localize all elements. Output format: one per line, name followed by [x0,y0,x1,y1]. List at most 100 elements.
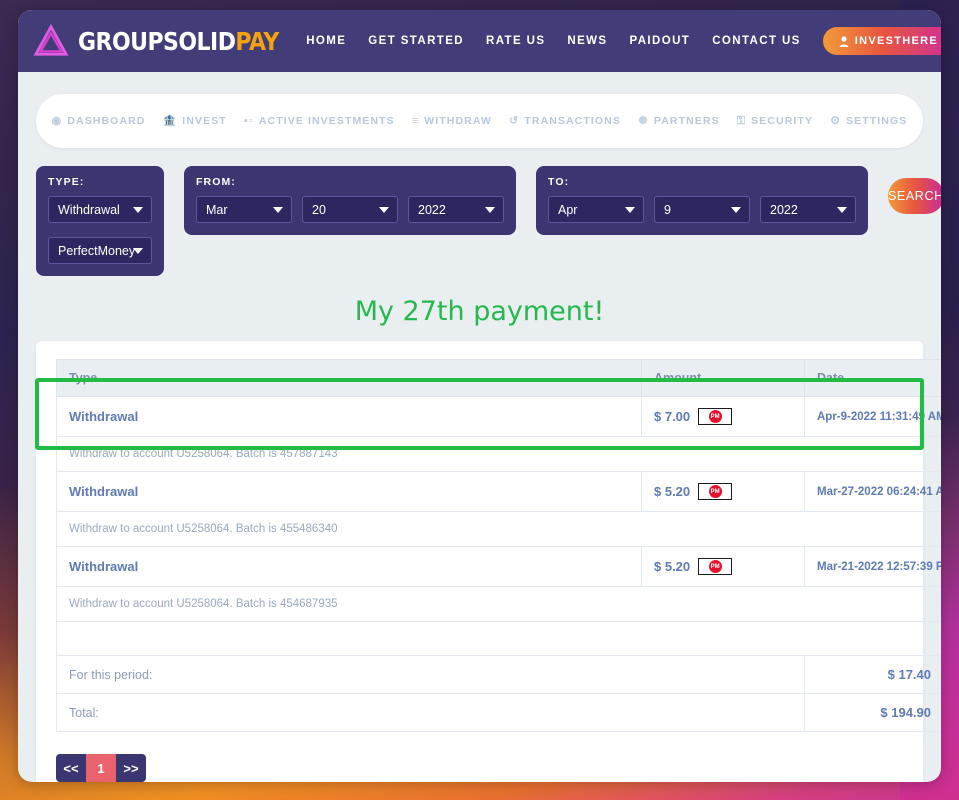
app-page: GROUPSOLIDPAY HOME GET STARTED RATE US N… [18,10,941,782]
table-row[interactable]: Withdrawal $ 5.20 PM Mar-27-2022 06:24:4… [56,471,941,512]
pagination: << 1 >> [56,754,146,782]
payment-system-select[interactable]: PerfectMoney [48,237,152,264]
penrose-triangle-icon [33,23,69,56]
subnav-item-invest[interactable]: 🏦 INVEST [163,115,227,127]
from-date-panel: FROM: Mar 20 2022 [184,166,516,235]
to-month-value: Apr [558,202,578,217]
from-month-select[interactable]: Mar [196,196,292,223]
row-date: Mar-27-2022 06:24:41 AM [804,471,941,512]
row-amount-value: $ 7.00 [654,409,691,424]
account-subnav: ◉ DASHBOARD 🏦 INVEST ▪▫ ACTIVE INVESTMEN… [36,94,923,148]
row-amount: $ 5.20 PM [641,546,805,587]
column-header-date: Date [804,359,941,397]
subnav-item-security[interactable]: ⚿ SECURITY [737,115,813,127]
to-year-value: 2022 [770,202,798,217]
from-year-value: 2022 [418,202,446,217]
row-amount: $ 7.00 PM [641,396,805,437]
column-header-type: Type [56,359,642,397]
subnav-label-dashboard: DASHBOARD [67,115,146,127]
row-date: Mar-21-2022 12:57:39 PM [804,546,941,587]
subnav-label-invest: INVEST [182,115,227,127]
chevron-down-icon [625,206,635,213]
page-title: My 27th payment! [354,296,605,327]
table-row-detail: Withdraw to account U5258064. Batch is 4… [56,586,941,622]
subnav-label-transactions: TRANSACTIONS [524,115,621,127]
from-date-selects: Mar 20 2022 [196,196,504,223]
subnav-label-security: SECURITY [751,115,814,127]
from-day-select[interactable]: 20 [302,196,398,223]
perfectmoney-icon: PM [698,558,733,575]
row-detail: Withdraw to account U5258064. Batch is 4… [56,436,941,472]
brand-name: GROUPSOLIDPAY [78,27,279,56]
bank-icon: 🏦 [162,114,178,127]
nav-item-contact-us[interactable]: CONTACT US [712,35,801,47]
nav-item-paidout[interactable]: PAIDOUT [630,35,691,47]
column-header-amount: Amount [641,359,805,397]
to-date-label: TO: [548,176,570,188]
brand-logo[interactable]: GROUPSOLIDPAY [32,23,306,59]
type-select[interactable]: Withdrawal [48,196,152,223]
table-row[interactable]: Withdrawal $ 5.20 PM Mar-21-2022 12:57:3… [56,546,941,587]
site-header: GROUPSOLIDPAY HOME GET STARTED RATE US N… [18,10,941,72]
payment-system-value: PerfectMoney [58,243,136,258]
row-date: Apr-9-2022 11:31:49 AM [804,396,941,437]
summary-row-total: Total: $ 194.90 [56,693,941,732]
gear-icon: ⚙ [830,114,842,127]
to-month-select[interactable]: Apr [548,196,644,223]
pagination-next[interactable]: >> [116,754,146,782]
nav-item-get-started[interactable]: GET STARTED [368,35,464,47]
table-header-row: Type Amount Date [56,359,941,397]
subnav-label-withdraw: WITHDRAW [424,115,492,127]
to-date-panel: TO: Apr 9 2022 [536,166,868,235]
from-month-value: Mar [206,202,228,217]
row-detail: Withdraw to account U5258064. Batch is 4… [56,511,941,547]
pagination-prev[interactable]: << [56,754,86,782]
search-button[interactable]: SEARCH [888,178,941,214]
chevron-down-icon [485,206,495,213]
subnav-label-settings: SETTINGS [846,115,908,127]
history-icon: ↺ [508,114,520,127]
to-day-select[interactable]: 9 [654,196,750,223]
perfectmoney-badge-label: PM [708,485,722,498]
transactions-card: Type Amount Date Withdrawal $ 7.00 PM Ap… [36,341,941,782]
type-filter-panel: TYPE: Withdrawal PerfectMoney [36,166,164,276]
chevron-down-icon [379,206,389,213]
table-row[interactable]: Withdrawal $ 7.00 PM Apr-9-2022 11:31:49… [56,396,941,437]
nav-item-home[interactable]: HOME [306,35,346,47]
perfectmoney-icon: PM [698,408,733,425]
row-amount-value: $ 5.20 [654,559,691,574]
table-row-detail: Withdraw to account U5258064. Batch is 4… [56,511,941,547]
perfectmoney-badge-label: PM [708,410,722,423]
invest-here-button[interactable]: INVESTHERE [822,27,941,55]
subnav-item-partners[interactable]: ☸ PARTNERS [638,115,720,127]
type-select-value: Withdrawal [58,202,120,217]
summary-label: Total: [56,693,805,732]
chart-icon: ▪▫ [243,114,254,127]
summary-value: $ 17.40 [804,655,941,694]
row-amount-value: $ 5.20 [654,484,691,499]
invest-here-label: INVESTHERE [854,35,939,47]
to-year-select[interactable]: 2022 [760,196,856,223]
from-year-select[interactable]: 2022 [408,196,504,223]
brand-name-accent: PAY [235,26,279,56]
withdraw-icon: ≡ [411,114,420,127]
row-type: Withdrawal [56,471,642,512]
table-row-detail: Withdraw to account U5258064. Batch is 4… [56,436,941,472]
row-type: Withdrawal [56,396,642,437]
subnav-item-settings[interactable]: ⚙ SETTINGS [830,115,907,127]
type-filter-label: TYPE: [48,176,85,188]
summary-label: For this period: [56,655,805,694]
pagination-page-1[interactable]: 1 [86,754,116,782]
subnav-label-active-investments: ACTIVE INVESTMENTS [258,115,395,127]
subnav-item-withdraw[interactable]: ≡ WITHDRAW [412,115,492,127]
subnav-item-transactions[interactable]: ↺ TRANSACTIONS [509,115,621,127]
row-type: Withdrawal [56,546,642,587]
subnav-label-partners: PARTNERS [653,115,720,127]
chevron-down-icon [837,206,847,213]
perfectmoney-badge-label: PM [708,560,722,573]
dashboard-icon: ◉ [51,114,63,127]
nav-item-rate-us[interactable]: RATE US [486,35,545,47]
subnav-item-active-investments[interactable]: ▪▫ ACTIVE INVESTMENTS [244,115,395,127]
subnav-item-dashboard[interactable]: ◉ DASHBOARD [52,115,146,127]
nav-item-news[interactable]: NEWS [567,35,607,47]
